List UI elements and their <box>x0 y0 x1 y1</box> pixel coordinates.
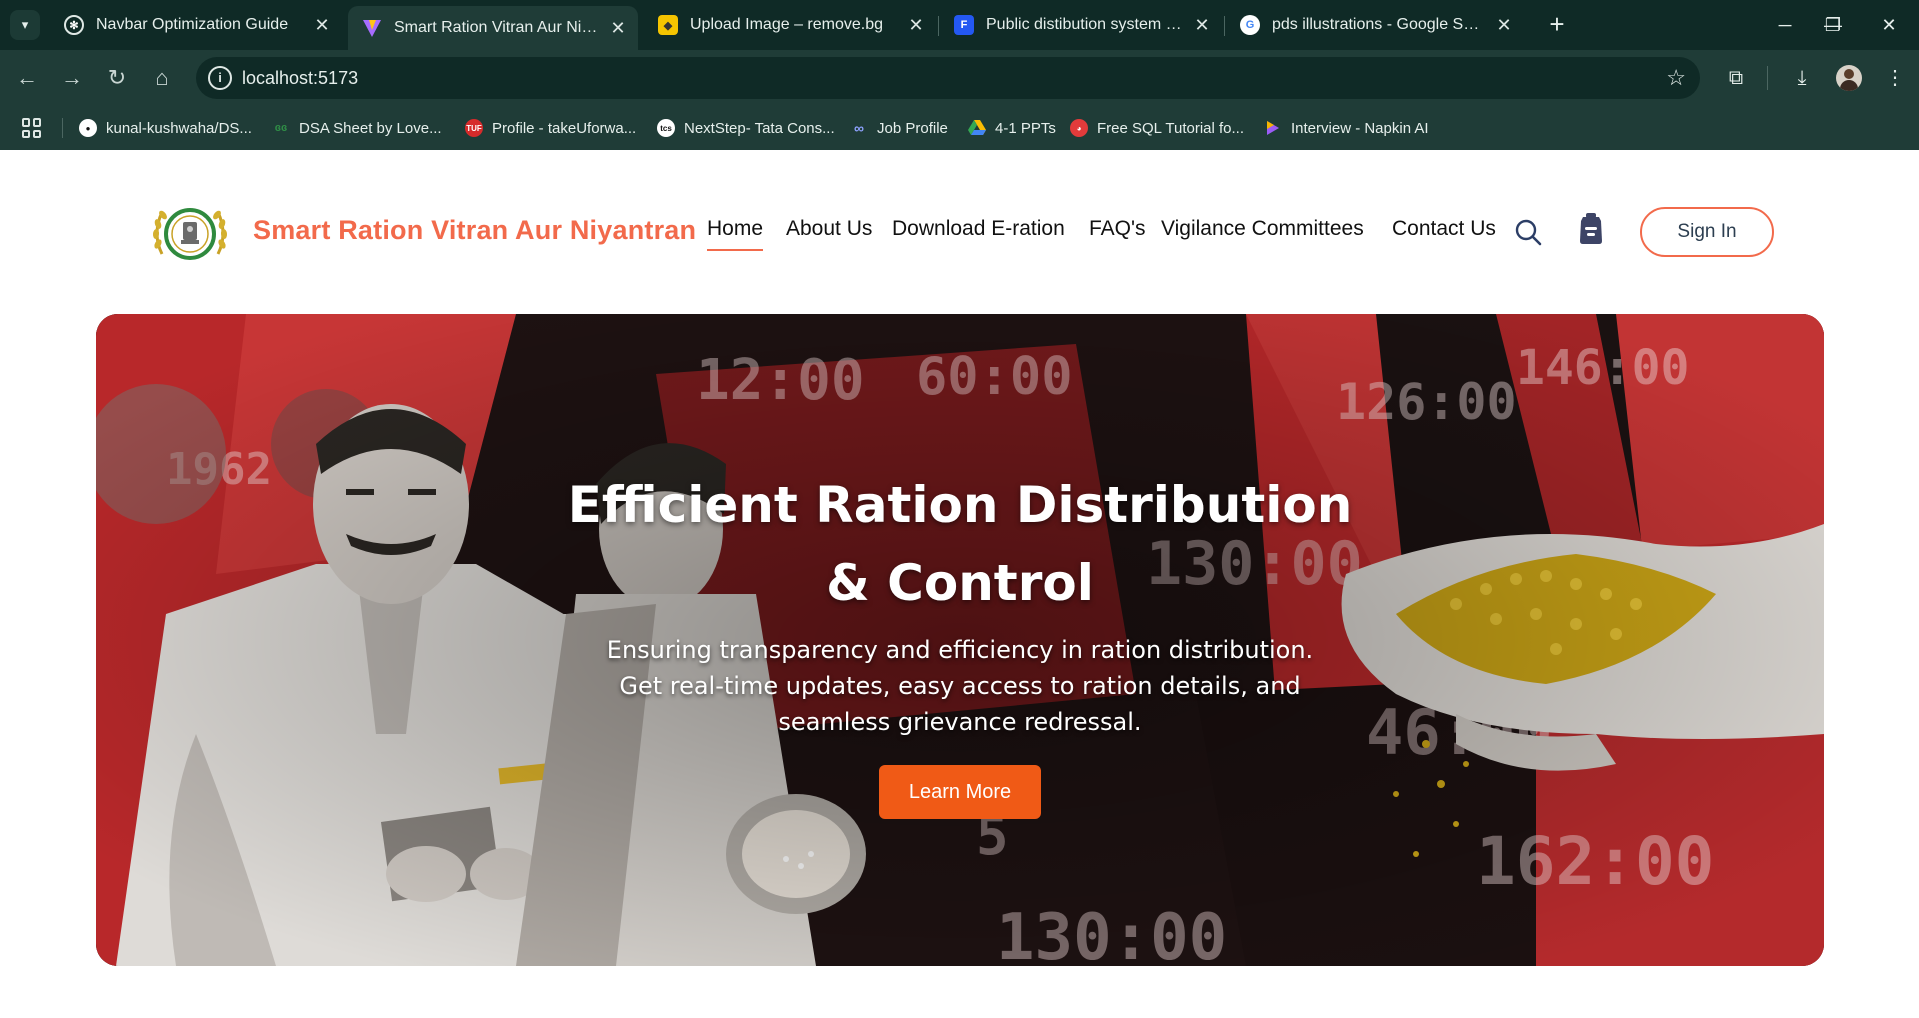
bookmark-item[interactable]: ɞɞ DSA Sheet by Love... <box>272 117 442 139</box>
brand-title[interactable]: Smart Ration Vitran Aur Niyantran <box>253 215 696 246</box>
freepik-icon: F <box>954 15 974 35</box>
nav-vigilance-committees[interactable]: Vigilance Committees <box>1161 217 1364 241</box>
tab-smart-ration[interactable]: Smart Ration Vitran Aur Niyantran ✕ <box>348 6 638 50</box>
nav-faqs[interactable]: FAQ's <box>1089 217 1146 241</box>
reload-icon[interactable]: ↻ <box>102 63 132 93</box>
browser-tab-strip: ▾ ✻ Navbar Optimization Guide ✕ Smart Ra… <box>0 0 1919 50</box>
govt-emblem-logo[interactable] <box>148 196 232 272</box>
tab-google-search[interactable]: G pds illustrations - Google Search ✕ <box>1226 6 1524 44</box>
bookmark-label: Job Profile <box>877 119 948 137</box>
close-window-icon[interactable]: ✕ <box>1872 10 1906 40</box>
google-icon: G <box>1240 15 1260 35</box>
close-icon[interactable]: ✕ <box>906 15 926 36</box>
bookmark-item[interactable]: Interview - Napkin AI <box>1264 117 1429 139</box>
menu-kebab-icon[interactable]: ⋮ <box>1881 64 1909 92</box>
bookmark-star-icon[interactable]: ☆ <box>1666 65 1686 91</box>
minimize-window-icon[interactable]: ─ <box>1768 10 1802 40</box>
back-arrow-icon[interactable]: ← <box>12 63 42 93</box>
tab-title: Public distibution system vector <box>986 16 1184 33</box>
ration-bag-icon[interactable] <box>1578 213 1604 245</box>
napkin-icon <box>1264 119 1282 137</box>
github-icon: ● <box>79 119 97 137</box>
sign-in-button[interactable]: Sign In <box>1640 207 1774 257</box>
nav-contact-us[interactable]: Contact Us <box>1392 217 1496 241</box>
nav-download-e-ration[interactable]: Download E-ration <box>892 217 1065 241</box>
bookmark-item[interactable]: tcs NextStep- Tata Cons... <box>657 117 835 139</box>
browser-toolbar: ← → ↻ ⌂ i localhost:5173 ☆ ⧉ ⤓ ⋮ <box>0 50 1919 106</box>
nav-home[interactable]: Home <box>707 217 764 251</box>
restore-window-icon[interactable]: ❐ <box>1816 10 1850 40</box>
bookmark-label: DSA Sheet by Love... <box>299 119 442 137</box>
apps-grid-icon[interactable] <box>22 118 42 138</box>
removebg-icon: ◆ <box>658 15 678 35</box>
bookmark-label: Interview - Napkin AI <box>1291 119 1429 137</box>
address-bar[interactable]: i localhost:5173 ☆ <box>196 57 1700 99</box>
download-icon[interactable]: ⤓ <box>1788 64 1816 92</box>
bookmark-label: kunal-kushwaha/DS... <box>106 119 252 137</box>
hero-subtitle: Ensuring transparency and efficiency in … <box>606 636 1314 736</box>
tab-navbar-optimization[interactable]: ✻ Navbar Optimization Guide ✕ <box>50 6 342 44</box>
site-info-icon[interactable]: i <box>208 66 232 90</box>
tab-separator <box>938 16 939 36</box>
new-tab-button[interactable]: + <box>1542 10 1572 40</box>
bookmark-item[interactable]: ∞ Job Profile <box>850 117 948 139</box>
bookmarks-bar: ● kunal-kushwaha/DS... ɞɞ DSA Sheet by L… <box>0 106 1919 150</box>
tab-title: Smart Ration Vitran Aur Niyantran <box>394 19 600 36</box>
openai-icon: ✻ <box>64 15 84 35</box>
tab-search-menu-button[interactable]: ▾ <box>10 10 40 40</box>
bookmark-item[interactable]: ◕ Free SQL Tutorial fo... <box>1070 117 1244 139</box>
bookmark-separator <box>62 118 63 138</box>
extensions-puzzle-icon[interactable]: ⧉ <box>1722 64 1750 92</box>
forward-arrow-icon[interactable]: → <box>57 63 87 93</box>
google-drive-icon <box>968 119 986 137</box>
bookmark-label: Profile - takeUforwa... <box>492 119 637 137</box>
close-icon[interactable]: ✕ <box>1192 15 1212 36</box>
hero-title-line1: Efficient Ration Distribution <box>567 476 1353 534</box>
tab-remove-bg[interactable]: ◆ Upload Image – remove.bg ✕ <box>644 6 936 44</box>
tab-separator <box>1224 16 1225 36</box>
bookmark-item[interactable]: TUF Profile - takeUforwa... <box>465 117 636 139</box>
nav-about-us[interactable]: About Us <box>786 217 872 241</box>
link-icon: ∞ <box>854 120 864 136</box>
close-icon[interactable]: ✕ <box>1494 15 1514 36</box>
tab-title: pds illustrations - Google Search <box>1272 16 1486 33</box>
tcs-icon: tcs <box>657 119 675 137</box>
tuf-icon: TUF <box>465 119 483 137</box>
vite-icon <box>362 18 382 38</box>
url-text[interactable]: localhost:5173 <box>242 68 358 89</box>
sql-icon: ◕ <box>1070 119 1088 137</box>
bookmark-item[interactable]: 4-1 PPTs <box>968 117 1056 139</box>
hero-banner: 12:00 60:00 126:00 146:00 130:00 46:00 1… <box>96 314 1824 966</box>
learn-more-button[interactable]: Learn More <box>879 765 1041 819</box>
tab-public-distribution[interactable]: F Public distibution system vector ✕ <box>940 6 1222 44</box>
gfg-icon: ɞɞ <box>274 122 288 134</box>
home-icon[interactable]: ⌂ <box>147 63 177 93</box>
toolbar-separator <box>1767 66 1768 90</box>
tab-title: Upload Image – remove.bg <box>690 16 883 33</box>
profile-avatar[interactable] <box>1836 65 1862 91</box>
bookmark-item[interactable]: ● kunal-kushwaha/DS... <box>79 117 252 139</box>
hero-title: Efficient Ration Distribution & Control <box>560 466 1360 622</box>
bookmark-label: NextStep- Tata Cons... <box>684 119 835 137</box>
close-icon[interactable]: ✕ <box>608 18 628 39</box>
close-icon[interactable]: ✕ <box>312 15 332 36</box>
hero-title-line2: & Control <box>826 554 1094 612</box>
bookmark-label: 4-1 PPTs <box>995 119 1056 137</box>
bookmark-label: Free SQL Tutorial fo... <box>1097 119 1245 137</box>
site-header: Smart Ration Vitran Aur Niyantran Home A… <box>0 150 1919 310</box>
tab-title: Navbar Optimization Guide <box>96 16 289 33</box>
search-icon[interactable] <box>1514 218 1542 246</box>
